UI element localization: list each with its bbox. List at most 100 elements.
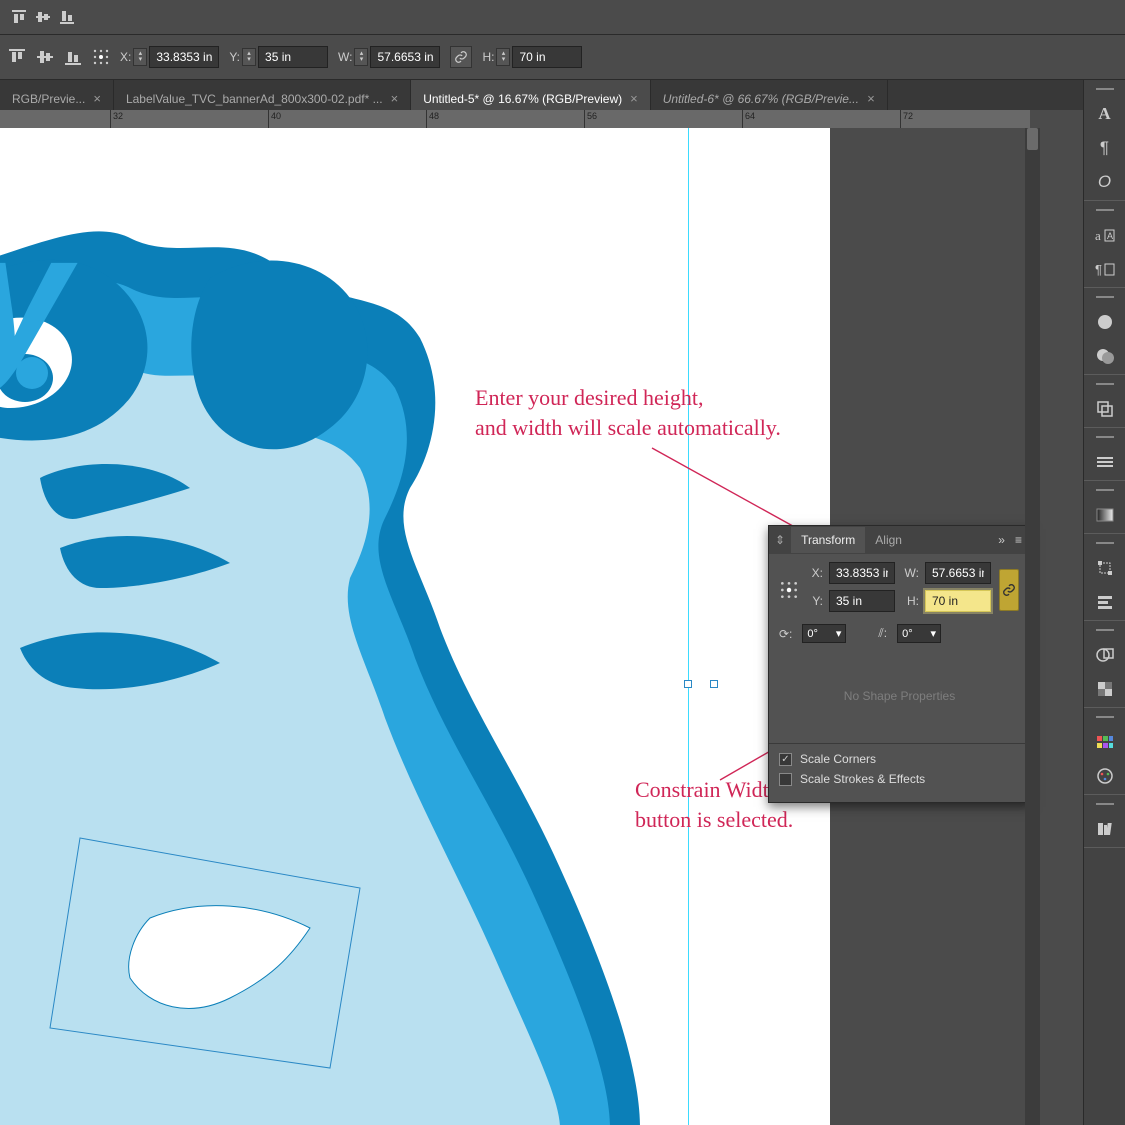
ruler-tick: 64: [745, 111, 755, 121]
artboard[interactable]: y: [0, 128, 830, 1125]
w-stepper[interactable]: [354, 48, 368, 66]
shear-icon: ⫽:: [878, 626, 887, 641]
h-stepper[interactable]: [496, 48, 510, 66]
align-top-icon[interactable]: [10, 8, 28, 26]
right-panel-rail: A ¶ O aA ¶: [1083, 80, 1125, 1125]
swatches-icon[interactable]: [1093, 730, 1117, 754]
appearance-panel-icon[interactable]: [1093, 310, 1117, 334]
para-styles-icon[interactable]: ¶: [1093, 257, 1117, 281]
pathfinder-icon[interactable]: [1093, 643, 1117, 667]
ruler-tick: 56: [587, 111, 597, 121]
close-icon[interactable]: ×: [93, 91, 101, 106]
document-tabs: RGB/Previe... × LabelValue_TVC_bannerAd_8…: [0, 80, 1125, 110]
opentype-panel-icon[interactable]: O: [1093, 170, 1117, 194]
x-label: X:: [120, 50, 131, 64]
horizontal-ruler[interactable]: 32 40 48 56 64 72: [0, 110, 1030, 128]
panel-w-input[interactable]: [925, 562, 991, 584]
tab-label: LabelValue_TVC_bannerAd_800x300-02.pdf* …: [126, 92, 383, 106]
guide-line[interactable]: [688, 128, 689, 1125]
align-top-edge-icon[interactable]: [8, 48, 26, 66]
close-icon[interactable]: ×: [867, 91, 875, 106]
w-label: W:: [903, 566, 919, 580]
close-icon[interactable]: ×: [391, 91, 399, 106]
tab-transform[interactable]: Transform: [791, 527, 865, 553]
annotation-height: Enter your desired height, and width wil…: [475, 383, 781, 442]
annotation-line1: Enter your desired height,: [475, 383, 781, 413]
tab-doc-2[interactable]: LabelValue_TVC_bannerAd_800x300-02.pdf* …: [114, 80, 411, 110]
svg-text:A: A: [1107, 231, 1113, 241]
panel-drag-icon[interactable]: ⇕: [769, 533, 791, 547]
tab-doc-4[interactable]: Untitled-6* @ 66.67% (RGB/Previe... ×: [651, 80, 888, 110]
tab-doc-1[interactable]: RGB/Previe... ×: [0, 80, 114, 110]
w-label: W:: [338, 50, 352, 64]
gradient-panel-icon[interactable]: [1093, 503, 1117, 527]
shear-select[interactable]: 0°▾: [897, 624, 941, 643]
paragraph-panel-icon[interactable]: ¶: [1093, 136, 1117, 160]
rotate-select[interactable]: 0°▾: [802, 624, 846, 643]
reference-point-icon[interactable]: [779, 580, 799, 600]
panel-h-input[interactable]: [925, 590, 991, 612]
graphic-styles-icon[interactable]: [1093, 344, 1117, 368]
x-stepper[interactable]: [133, 48, 147, 66]
svg-text:¶: ¶: [1095, 262, 1102, 277]
y-input[interactable]: [258, 46, 328, 68]
rotate-value: 0°: [807, 628, 818, 640]
color-panel-icon[interactable]: [1093, 764, 1117, 788]
koala-artwork[interactable]: y: [0, 128, 700, 1125]
align-bottom-icon[interactable]: [58, 8, 76, 26]
options-bar: [0, 0, 1125, 35]
shear-value: 0°: [902, 628, 913, 640]
character-panel-icon[interactable]: A: [1093, 102, 1117, 126]
tab-label: Untitled-6* @ 66.67% (RGB/Previe...: [663, 92, 859, 106]
panel-y-input[interactable]: [829, 590, 895, 612]
vertical-scrollbar[interactable]: [1025, 128, 1040, 1125]
h-label: H:: [482, 50, 494, 64]
control-bar: X: Y: W: H:: [0, 35, 1125, 80]
x-label: X:: [807, 566, 823, 580]
align-panel-icon[interactable]: [1093, 590, 1117, 614]
ruler-tick: 48: [429, 111, 439, 121]
transparency-icon[interactable]: [1093, 677, 1117, 701]
ruler-tick: 32: [113, 111, 123, 121]
transform-panel[interactable]: ⇕ Transform Align » ≡ X: Y: W: H: ⟳:: [768, 525, 1031, 803]
scale-strokes-checkbox[interactable]: Scale Strokes & Effects: [779, 772, 1020, 786]
chk-label: Scale Corners: [800, 752, 876, 766]
w-input[interactable]: [370, 46, 440, 68]
annotation-line2: button is selected.: [635, 805, 991, 835]
panel-x-input[interactable]: [829, 562, 895, 584]
reference-point-icon[interactable]: [92, 48, 110, 66]
no-shape-properties: No Shape Properties: [779, 643, 1020, 733]
ruler-tick: 40: [271, 111, 281, 121]
constrain-proportions-button[interactable]: [999, 569, 1019, 611]
selection-handle[interactable]: [684, 680, 692, 688]
y-label: Y:: [807, 594, 823, 608]
align-vmiddle-icon[interactable]: [36, 48, 54, 66]
tab-label: Untitled-5* @ 16.67% (RGB/Preview): [423, 92, 622, 106]
transform-panel-icon[interactable]: [1093, 556, 1117, 580]
annotation-line2: and width will scale automatically.: [475, 413, 781, 443]
tab-label: RGB/Previe...: [12, 92, 85, 106]
stroke-panel-icon[interactable]: [1093, 450, 1117, 474]
constrain-link-icon[interactable]: [450, 46, 472, 68]
char-styles-icon[interactable]: aA: [1093, 223, 1117, 247]
align-bottom-edge-icon[interactable]: [64, 48, 82, 66]
libraries-icon[interactable]: [1093, 817, 1117, 841]
chk-label: Scale Strokes & Effects: [800, 772, 925, 786]
tab-doc-3[interactable]: Untitled-5* @ 16.67% (RGB/Preview) ×: [411, 80, 651, 110]
h-input[interactable]: [512, 46, 582, 68]
panel-menu-icon[interactable]: ≡: [1015, 533, 1022, 547]
close-icon[interactable]: ×: [630, 91, 638, 106]
layers-panel-icon[interactable]: [1093, 397, 1117, 421]
scale-corners-checkbox[interactable]: ✓Scale Corners: [779, 752, 1020, 766]
collapse-icon[interactable]: »: [998, 533, 1005, 547]
canvas[interactable]: y: [0, 128, 830, 1125]
align-vcenter-icon[interactable]: [34, 8, 52, 26]
selection-handle[interactable]: [710, 680, 718, 688]
tab-align[interactable]: Align: [865, 527, 912, 553]
svg-text:a: a: [1095, 228, 1101, 243]
y-label: Y:: [229, 50, 240, 64]
x-input[interactable]: [149, 46, 219, 68]
h-label: H:: [903, 594, 919, 608]
rotate-icon: ⟳:: [779, 627, 792, 641]
y-stepper[interactable]: [242, 48, 256, 66]
